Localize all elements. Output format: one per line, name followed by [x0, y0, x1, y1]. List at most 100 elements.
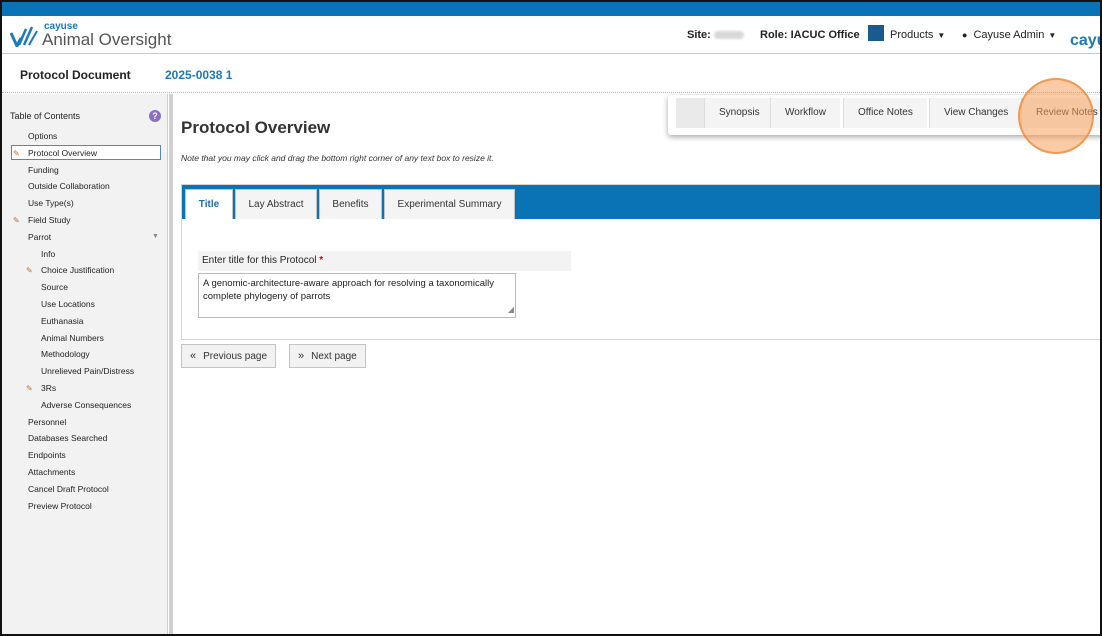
- tab-bar: Title Lay Abstract Benefits Experimental…: [182, 185, 1100, 219]
- next-page-label: Next page: [311, 351, 357, 362]
- table-of-contents-sidebar: Table of Contents ? Options ✎ Protocol Ove…: [2, 94, 168, 634]
- top-accent-bar: [2, 2, 1100, 16]
- nav-workflow[interactable]: Workflow: [770, 98, 840, 128]
- edit-status-icon: ✎: [26, 383, 33, 393]
- sidebar-item-label: Adverse Consequences: [41, 399, 132, 410]
- role-label: Role:: [760, 29, 788, 41]
- sidebar-item-label: 3Rs: [41, 382, 57, 393]
- sidebar-item-label: Choice Justification: [41, 265, 115, 276]
- sidebar-item[interactable]: Databases Searched: [2, 430, 168, 447]
- sidebar-item[interactable]: Euthanasia: [2, 313, 168, 330]
- cayuse-logo-right-text: cayu: [1070, 32, 1100, 49]
- sidebar-item-label: Cancel Draft Protocol: [28, 483, 109, 494]
- sidebar-item-label: Databases Searched: [28, 433, 108, 444]
- tab-panel: Title Lay Abstract Benefits Experimental…: [181, 184, 1100, 340]
- sidebar-item-label: Use Locations: [41, 298, 95, 309]
- tab-benefits[interactable]: Benefits: [319, 189, 382, 219]
- nav-synopsis[interactable]: Synopsis: [704, 98, 774, 128]
- sidebar-item[interactable]: Preview Protocol: [2, 498, 168, 515]
- sidebar-item-label: Endpoints: [28, 450, 66, 461]
- tab-experimental-summary[interactable]: Experimental Summary: [384, 189, 515, 219]
- sidebar-item-label: Euthanasia: [41, 315, 84, 326]
- sidebar-item[interactable]: Source: [2, 279, 168, 296]
- sidebar-item[interactable]: Unrelieved Pain/Distress: [2, 363, 168, 380]
- sidebar-item[interactable]: Personnel: [2, 414, 168, 431]
- sidebar-item-label: Preview Protocol: [28, 500, 92, 511]
- double-chevron-left-icon: «: [190, 350, 197, 362]
- sidebar-item-label: Field Study: [28, 214, 71, 225]
- edit-status-icon: ✎: [26, 266, 33, 276]
- protocol-title-value: A genomic-architecture-aware approach fo…: [203, 278, 494, 302]
- sidebar-item[interactable]: ✎ Choice Justification: [2, 262, 168, 279]
- sidebar-item-label: Funding: [28, 164, 59, 175]
- previous-page-label: Previous page: [203, 351, 268, 362]
- help-icon[interactable]: ?: [149, 110, 161, 122]
- sidebar-item-label: Source: [41, 282, 68, 293]
- sidebar-item[interactable]: Attachments: [2, 464, 168, 481]
- sidebar-item-label: Parrot: [28, 231, 52, 242]
- user-icon: ●: [962, 30, 968, 40]
- double-chevron-right-icon: »: [298, 350, 305, 362]
- next-page-button[interactable]: » Next page: [289, 344, 366, 368]
- sidebar-item[interactable]: Endpoints: [2, 447, 168, 464]
- user-label: Cayuse Admin: [973, 29, 1045, 41]
- nav-office-notes[interactable]: Office Notes: [843, 98, 927, 128]
- sidebar-item[interactable]: Info: [2, 246, 168, 263]
- products-label: Products: [890, 28, 934, 41]
- sidebar-item[interactable]: Options: [2, 128, 168, 145]
- nav-review-notes[interactable]: Review Notes: [1021, 98, 1100, 128]
- sidebar-item[interactable]: Animal Numbers: [2, 330, 168, 347]
- caret-down-icon: ▼: [937, 30, 946, 40]
- sidebar-item[interactable]: Parrot ▼: [2, 229, 168, 246]
- site-label: Site:: [687, 29, 711, 41]
- tab-lay-abstract[interactable]: Lay Abstract: [235, 189, 317, 219]
- page-title: Protocol Overview: [181, 118, 331, 137]
- sidebar-item[interactable]: Outside Collaboration: [2, 178, 168, 195]
- sidebar-item[interactable]: Use Type(s): [2, 195, 168, 212]
- sidebar-item-label: Protocol Overview: [28, 147, 97, 158]
- sidebar-item-label: Use Type(s): [28, 198, 74, 209]
- sidebar-item[interactable]: ✎ 3Rs: [2, 380, 168, 397]
- sidebar-item[interactable]: Cancel Draft Protocol: [2, 481, 168, 498]
- products-icon: [868, 25, 884, 41]
- sidebar-item[interactable]: Use Locations: [2, 296, 168, 313]
- tab-title[interactable]: Title: [185, 189, 233, 219]
- collapse-arrow-icon[interactable]: ▼: [152, 229, 159, 246]
- title-field-label: Enter title for this Protocol *: [198, 251, 571, 271]
- sidebar-item-label: Info: [41, 248, 56, 259]
- role-indicator: Role: IACUC Office: [760, 29, 860, 41]
- app-header: cayuse Animal Oversight Site: Role: IACU…: [2, 16, 1100, 54]
- sidebar-item[interactable]: Adverse Consequences: [2, 397, 168, 414]
- protocol-header: Protocol Document 2025-0038 1: [2, 55, 1100, 93]
- sidebar-item-label: Attachments: [28, 466, 76, 477]
- title-field-label-text: Enter title for this Protocol: [202, 255, 317, 266]
- user-menu[interactable]: ● Cayuse Admin ▼: [962, 29, 1056, 41]
- sidebar-item[interactable]: ✎ Protocol Overview: [2, 144, 168, 162]
- cayuse-logo-icon: [10, 26, 38, 47]
- sidebar-item-label: Unrelieved Pain/Distress: [41, 366, 135, 377]
- previous-page-button[interactable]: « Previous page: [181, 344, 277, 368]
- nav-view-changes[interactable]: View Changes: [929, 98, 1023, 128]
- toc-title: Table of Contents: [10, 111, 81, 121]
- resize-note: Note that you may click and drag the bot…: [181, 153, 494, 163]
- toc-list: Options ✎ Protocol Overview Funding Outside …: [2, 128, 168, 514]
- right-nav-bar: Synopsis Workflow Office Notes View Chan…: [668, 95, 1100, 135]
- protocol-number[interactable]: 2025-0038 1: [165, 68, 232, 82]
- resize-handle-icon[interactable]: ◢: [508, 303, 514, 316]
- sidebar-item-label: Personnel: [28, 416, 67, 427]
- sidebar-item[interactable]: Methodology: [2, 346, 168, 363]
- sidebar-item[interactable]: ✎ Field Study: [2, 212, 168, 229]
- protocol-title-textarea[interactable]: A genomic-architecture-aware approach fo…: [198, 273, 516, 318]
- sidebar-item[interactable]: Funding: [2, 162, 168, 179]
- app-window: cayuse Animal Oversight Site: Role: IACU…: [0, 0, 1102, 636]
- sidebar-scrollbar[interactable]: [169, 94, 173, 634]
- sidebar-item-label: Methodology: [41, 349, 90, 360]
- required-marker: *: [319, 255, 324, 266]
- cayuse-logo-right[interactable]: cayu: [1068, 20, 1100, 50]
- sidebar-item-label: Options: [28, 131, 58, 141]
- brand-name: Animal Oversight: [42, 30, 172, 49]
- site-value-redacted: [713, 31, 744, 40]
- sidebar-item-label: Outside Collaboration: [28, 181, 110, 192]
- products-menu[interactable]: Products ▼: [868, 25, 946, 43]
- main-content: Protocol Overview Note that you may clic…: [174, 94, 1100, 634]
